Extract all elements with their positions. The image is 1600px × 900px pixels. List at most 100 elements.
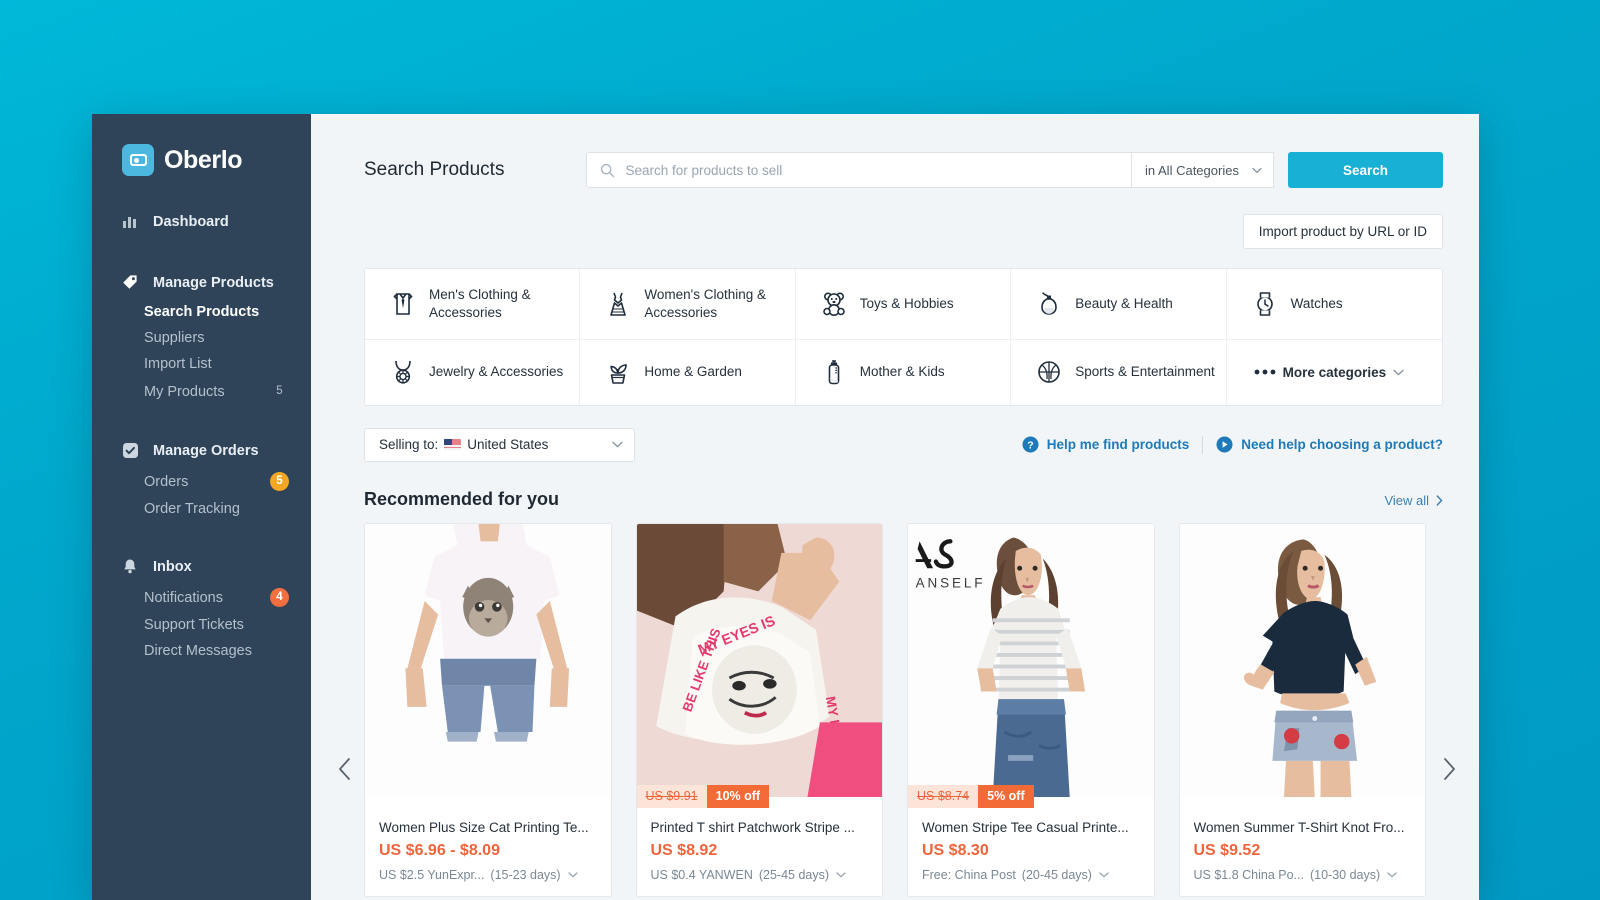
sidebar-item-manage-products[interactable]: Manage Products xyxy=(92,266,311,299)
category-label: Women's Clothing & Accessories xyxy=(644,287,767,320)
sidebar-item-label: Direct Messages xyxy=(144,643,252,659)
category-womens-clothing[interactable]: Women's Clothing & Accessories xyxy=(580,269,796,340)
shipping-days: (25-45 days) xyxy=(758,867,830,882)
brand-name: Oberlo xyxy=(164,145,243,174)
brand-logo[interactable]: Oberlo xyxy=(92,144,311,176)
category-beauty-health[interactable]: Beauty & Health xyxy=(1011,269,1227,340)
sidebar-item-label: Suppliers xyxy=(144,330,205,346)
category-select[interactable]: in All Categories xyxy=(1131,152,1274,188)
product-price: US $8.92 xyxy=(650,841,718,859)
tag-icon xyxy=(122,274,144,291)
category-select-value: in All Categories xyxy=(1145,162,1239,178)
sidebar-item-import-list[interactable]: Import List xyxy=(92,351,311,377)
product-info: Printed T shirt Patchwork Stripe ... US … xyxy=(637,808,883,896)
import-row: Import product by URL or ID xyxy=(311,188,1479,249)
category-label: Toys & Hobbies xyxy=(859,295,954,311)
oberlo-logo-icon xyxy=(122,144,154,176)
category-toys-hobbies[interactable]: Toys & Hobbies xyxy=(795,269,1012,340)
category-label: Mother & Kids xyxy=(859,364,945,380)
basketball-icon xyxy=(1031,357,1067,387)
svg-text:?: ? xyxy=(1027,440,1033,452)
selling-to-country: United States xyxy=(467,437,549,453)
ellipsis-icon xyxy=(1247,367,1283,377)
category-home-garden[interactable]: Home & Garden xyxy=(580,339,796,405)
product-card[interactable]: ANSELF US $8.74 5% off Women Stripe Tee … xyxy=(907,522,1155,897)
svg-text:ANSELF: ANSELF xyxy=(916,575,986,590)
search-input[interactable] xyxy=(625,162,1131,178)
sidebar-item-my-products[interactable]: My Products 5 xyxy=(92,377,311,406)
search-box[interactable] xyxy=(586,152,1131,188)
category-jewelry[interactable]: Jewelry & Accessories xyxy=(365,339,581,405)
category-sports-entertainment[interactable]: Sports & Entertainment xyxy=(1011,339,1227,405)
view-all-link[interactable]: View all xyxy=(1384,493,1443,508)
product-card[interactable]: Women Plus Size Cat Printing Te... US $6… xyxy=(364,522,612,897)
product-image xyxy=(1179,523,1425,808)
carousel-prev-button[interactable] xyxy=(331,755,359,783)
search-header: Search Products in All Categories Search xyxy=(311,114,1479,188)
perfume-bottle-icon xyxy=(1031,289,1067,319)
dress-icon xyxy=(600,289,636,319)
shipping-days: (10-30 days) xyxy=(1309,867,1381,882)
product-shipping[interactable]: US $1.8 China Po... (10-30 days) xyxy=(1194,868,1412,882)
sidebar-item-search-products[interactable]: Search Products xyxy=(92,299,311,325)
sidebar-item-notifications[interactable]: Notifications 4 xyxy=(92,583,311,612)
help-links: ? Help me find products Need help choosi… xyxy=(1022,435,1443,454)
sidebar-item-manage-orders[interactable]: Manage Orders xyxy=(92,434,311,467)
product-card[interactable]: Women Summer T-Shirt Knot Fro... US $9.5… xyxy=(1178,522,1426,897)
sidebar-item-order-tracking[interactable]: Order Tracking xyxy=(92,496,311,522)
category-label: Men's Clothing & Accessories xyxy=(429,287,531,320)
selling-row: Selling to: United States ? Help me find… xyxy=(364,427,1443,462)
sidebar-item-label: Support Tickets xyxy=(144,617,244,633)
discount-tag: 10% off xyxy=(706,784,770,808)
sidebar-badge-my-products: 5 xyxy=(276,385,283,397)
product-price: US $8.30 xyxy=(922,841,989,859)
product-info: Women Stripe Tee Casual Printe... US $8.… xyxy=(908,808,1154,896)
search-icon xyxy=(600,163,615,178)
sidebar-item-label: Import List xyxy=(144,356,212,372)
sidebar-item-suppliers[interactable]: Suppliers xyxy=(92,325,311,351)
product-card[interactable]: MY EYES IS BE LIKE THIS MY LIFE TO US $9… xyxy=(635,522,883,897)
potted-plant-icon xyxy=(600,357,636,387)
recommended-header: Recommended for you View all xyxy=(364,489,1443,510)
teddy-bear-icon xyxy=(816,289,852,319)
necklace-icon xyxy=(385,357,421,387)
carousel-next-button[interactable] xyxy=(1435,755,1463,783)
chevron-down-icon xyxy=(567,871,578,878)
sidebar-item-support-tickets[interactable]: Support Tickets xyxy=(92,612,311,638)
sidebar-item-label: Orders xyxy=(144,473,189,490)
baby-bottle-icon xyxy=(816,357,852,387)
product-shipping[interactable]: Free: China Post (20-45 days) xyxy=(922,868,1140,882)
shipping-carrier: US $0.4 YANWEN xyxy=(650,867,753,882)
category-mens-clothing[interactable]: Men's Clothing & Accessories xyxy=(365,269,581,340)
sidebar-item-inbox[interactable]: Inbox xyxy=(92,550,311,583)
sidebar-item-orders[interactable]: Orders 5 xyxy=(92,467,311,496)
sidebar-group-dashboard: Dashboard xyxy=(92,206,311,238)
category-more-categories[interactable]: More categories xyxy=(1227,340,1442,405)
product-shipping[interactable]: US $0.4 YANWEN (25-45 days) xyxy=(651,868,869,882)
product-name: Women Plus Size Cat Printing Te... xyxy=(379,819,589,835)
product-image: MY EYES IS BE LIKE THIS MY LIFE TO US $9… xyxy=(636,523,882,808)
product-name: Women Stripe Tee Casual Printe... xyxy=(922,819,1129,835)
sidebar-item-dashboard[interactable]: Dashboard xyxy=(92,206,311,238)
sidebar-item-direct-messages[interactable]: Direct Messages xyxy=(92,638,311,664)
question-circle-icon: ? xyxy=(1022,436,1039,453)
import-product-button[interactable]: Import product by URL or ID xyxy=(1242,214,1443,249)
category-label: Beauty & Health xyxy=(1075,295,1173,311)
selling-to-select[interactable]: Selling to: United States xyxy=(364,427,635,462)
discount-badges: US $8.74 5% off xyxy=(908,784,1034,808)
sidebar-item-label: Inbox xyxy=(153,558,192,575)
need-help-choosing-link[interactable]: Need help choosing a product? xyxy=(1216,436,1443,453)
product-shipping[interactable]: US $2.5 YunExpr... (15-23 days) xyxy=(379,868,597,882)
sidebar-item-label: Notifications xyxy=(144,589,223,606)
sidebar: Oberlo Dashboard Manage Products Search … xyxy=(92,114,311,900)
chevron-down-icon xyxy=(1099,871,1109,878)
chevron-down-icon xyxy=(1393,369,1404,376)
product-card-list: Women Plus Size Cat Printing Te... US $6… xyxy=(364,522,1426,897)
category-watches[interactable]: Watches xyxy=(1226,269,1442,340)
help-me-find-products-link[interactable]: ? Help me find products xyxy=(1022,436,1189,453)
watch-icon xyxy=(1247,289,1283,319)
search-control: in All Categories Search xyxy=(586,152,1443,188)
category-mother-kids[interactable]: Mother & Kids xyxy=(796,339,1012,405)
divider xyxy=(1202,435,1204,454)
search-button[interactable]: Search xyxy=(1288,152,1443,188)
